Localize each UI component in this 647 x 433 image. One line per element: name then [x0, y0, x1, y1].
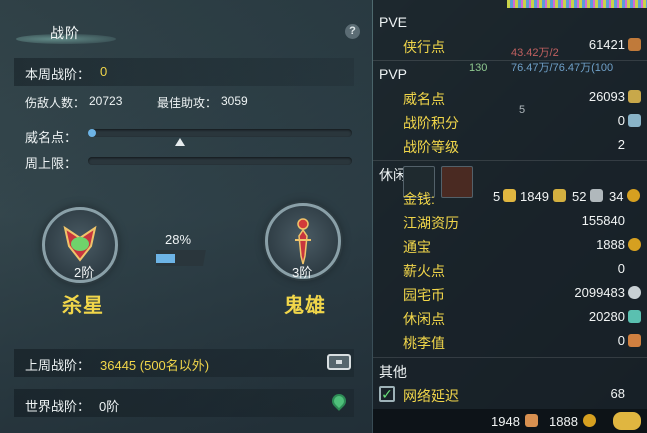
- gold-ingot-icon: [503, 189, 516, 202]
- pve-row-value: 61421: [588, 37, 625, 52]
- copper-ingot-icon: [590, 189, 603, 202]
- garden-coin-icon: [628, 286, 641, 299]
- panel-title: 战阶: [50, 25, 80, 41]
- world-rank-label: 世界战阶：: [25, 399, 91, 414]
- footer-value-1: 1948: [491, 414, 520, 429]
- leisure-point-icon: [628, 310, 641, 323]
- money-label: 金钱:: [403, 191, 435, 207]
- pvp-fame-value: 26093: [588, 89, 625, 104]
- weekly-rank-label: 本周战阶：: [25, 67, 91, 82]
- footer-coin-icon: [583, 414, 596, 427]
- pvp-fame-label: 威名点: [403, 91, 445, 107]
- footer-icon-1: [525, 414, 538, 427]
- reward-chest-icon[interactable]: [327, 354, 351, 370]
- item-thumb-2: [441, 166, 473, 198]
- money-silver: 1849: [520, 189, 549, 204]
- silver-ingot-icon: [553, 189, 566, 202]
- tongbao-coin-icon: [628, 238, 641, 251]
- fame-marker-icon: [175, 138, 186, 146]
- divider: [373, 357, 647, 358]
- help-icon[interactable]: ?: [345, 24, 360, 39]
- fame-label: 威名点：: [25, 130, 78, 145]
- world-rank-value: 0阶: [99, 399, 120, 414]
- section-pve: PVE: [379, 14, 408, 30]
- overlay-level: 130: [469, 62, 488, 74]
- currency-panel: 43.42万/2 130 76.47万/76.47万(100 5 PVE 侠行点…: [373, 0, 647, 433]
- leisure-row-value: 20280: [588, 309, 625, 324]
- section-other: 其他: [379, 364, 407, 380]
- right-medal-name: 鬼雄: [284, 295, 326, 317]
- xia-icon: [628, 38, 641, 51]
- coin-icon: [627, 189, 640, 202]
- leisure-row-label: 桃李值: [403, 335, 445, 351]
- panel-title-bar: 战阶: [0, 14, 372, 48]
- pve-row-label: 侠行点: [403, 39, 445, 55]
- pvp-points-label: 战阶积分: [403, 115, 459, 131]
- leisure-row-label: 园宅币: [403, 287, 445, 303]
- money-gold: 5: [493, 189, 501, 204]
- leisure-row-value: 2099483: [574, 285, 625, 300]
- section-pvp: PVP: [379, 66, 408, 82]
- overlay-mp-text: 76.47万/76.47万(100: [511, 62, 614, 74]
- leisure-row-value: 0: [617, 261, 625, 276]
- left-medal-rank: 2阶: [74, 265, 95, 280]
- fame-icon: [628, 90, 641, 103]
- divider: [373, 160, 647, 161]
- footer-value-2: 1888: [549, 414, 578, 429]
- leisure-row-label: 通宝: [403, 239, 431, 255]
- right-medal-rank: 3阶: [292, 265, 313, 280]
- overlay-number: 5: [519, 104, 526, 116]
- leisure-row-value: 155840: [581, 213, 625, 228]
- money-copper2: 34: [609, 189, 624, 204]
- kills-value: 20723: [89, 94, 123, 108]
- rank-progress-bar: [156, 250, 224, 266]
- pvp-points-value: 0: [617, 113, 625, 128]
- rank-progress-percent: 28%: [165, 232, 192, 247]
- gold-ingot-icon[interactable]: [613, 412, 641, 430]
- assist-label: 最佳助攻：: [157, 96, 218, 110]
- leisure-row-label: 休闲点: [403, 311, 445, 327]
- leisure-row-label: 薪火点: [403, 263, 445, 279]
- pvp-level-label: 战阶等级: [403, 139, 459, 155]
- peach-icon: [628, 334, 641, 347]
- footer-bar: 1948 1888: [373, 409, 647, 433]
- last-week-label: 上周战阶：: [25, 358, 91, 373]
- battle-rank-panel: 战阶 ? 本周战阶： 0 伤敌人数： 20723 最佳助攻： 3059 威名点：…: [0, 0, 372, 433]
- left-medal-name: 杀星: [62, 295, 104, 317]
- weekly-rank-value: 0: [100, 64, 108, 79]
- weekly-cap-label: 周上限：: [25, 156, 78, 171]
- points-icon: [628, 114, 641, 127]
- top-status-strip: [507, 0, 647, 8]
- rank-progress-fill: [156, 254, 176, 263]
- assist-value: 3059: [221, 94, 248, 108]
- latency-value: 68: [610, 386, 625, 401]
- weekly-cap-bar: [88, 157, 352, 165]
- fame-progress-bar: [88, 129, 352, 137]
- leisure-row-value: 1888: [596, 237, 625, 252]
- money-copper1: 52: [572, 189, 587, 204]
- kills-label: 伤敌人数：: [25, 96, 86, 110]
- leisure-row-label: 江湖资历: [403, 215, 459, 231]
- latency-label: 网络延迟: [403, 388, 459, 404]
- overlay-hp-text: 43.42万/2: [511, 47, 559, 59]
- divider: [373, 60, 647, 61]
- fame-progress-fill: [88, 129, 96, 137]
- last-week-value: 36445 (500名以外): [100, 358, 210, 373]
- pvp-level-value: 2: [617, 137, 625, 152]
- leisure-row-value: 0: [617, 333, 625, 348]
- latency-checkbox[interactable]: ✓: [379, 386, 395, 402]
